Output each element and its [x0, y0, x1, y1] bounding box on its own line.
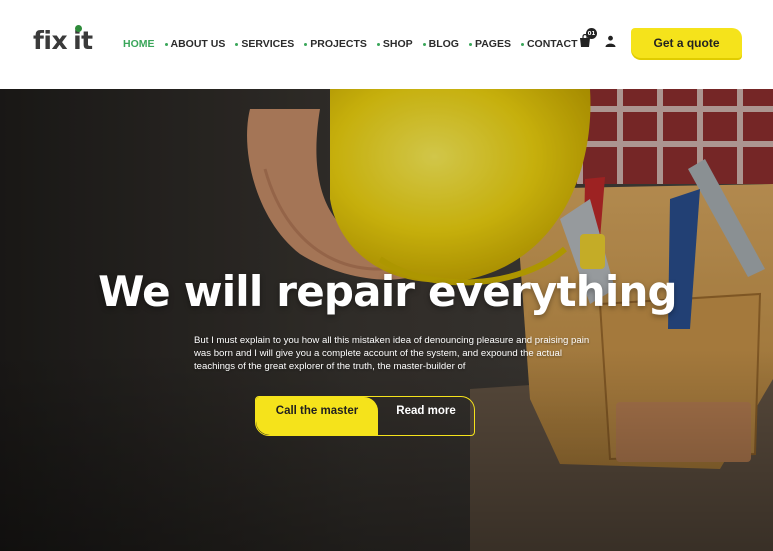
nav-bullet-icon — [235, 42, 239, 46]
nav-item-home[interactable]: HOME — [123, 38, 155, 50]
hero-button-group: Call the master Read more — [255, 396, 475, 436]
nav-item-contact[interactable]: CONTACT — [520, 38, 578, 50]
main-nav: HOME ABOUT US SERVICES PROJECTS SHOP BLO… — [123, 38, 588, 50]
nav-item-pages[interactable]: PAGES — [468, 38, 511, 50]
nav-bullet-icon — [164, 42, 168, 46]
nav-bullet-icon — [468, 42, 472, 46]
logo[interactable]: fix it — [33, 25, 93, 55]
call-the-master-button[interactable]: Call the master — [256, 397, 378, 435]
get-a-quote-button[interactable]: Get a quote — [631, 28, 742, 58]
nav-item-shop[interactable]: SHOP — [376, 38, 413, 50]
hero-description: But I must explain to you how all this m… — [194, 335, 590, 372]
cart-count-badge: 01 — [586, 28, 597, 39]
nav-item-projects[interactable]: PROJECTS — [304, 38, 367, 50]
nav-item-about-us[interactable]: ABOUT US — [164, 38, 225, 50]
hero-background-image — [0, 89, 773, 551]
nav-bullet-icon — [422, 42, 426, 46]
user-icon[interactable] — [605, 35, 616, 47]
hero-title: We will repair everything — [98, 267, 677, 316]
logo-text-it: it — [73, 25, 93, 55]
logo-text-fix: fix — [33, 26, 68, 55]
site-header: fix it HOME ABOUT US SERVICES PROJECTS S… — [0, 0, 773, 89]
read-more-button[interactable]: Read more — [378, 397, 474, 435]
nav-bullet-icon — [304, 42, 308, 46]
nav-item-services[interactable]: SERVICES — [235, 38, 294, 50]
nav-bullet-icon — [520, 42, 524, 46]
hero-banner: We will repair everything But I must exp… — [0, 89, 773, 551]
nav-bullet-icon — [376, 42, 380, 46]
nav-item-blog[interactable]: BLOG — [422, 38, 459, 50]
